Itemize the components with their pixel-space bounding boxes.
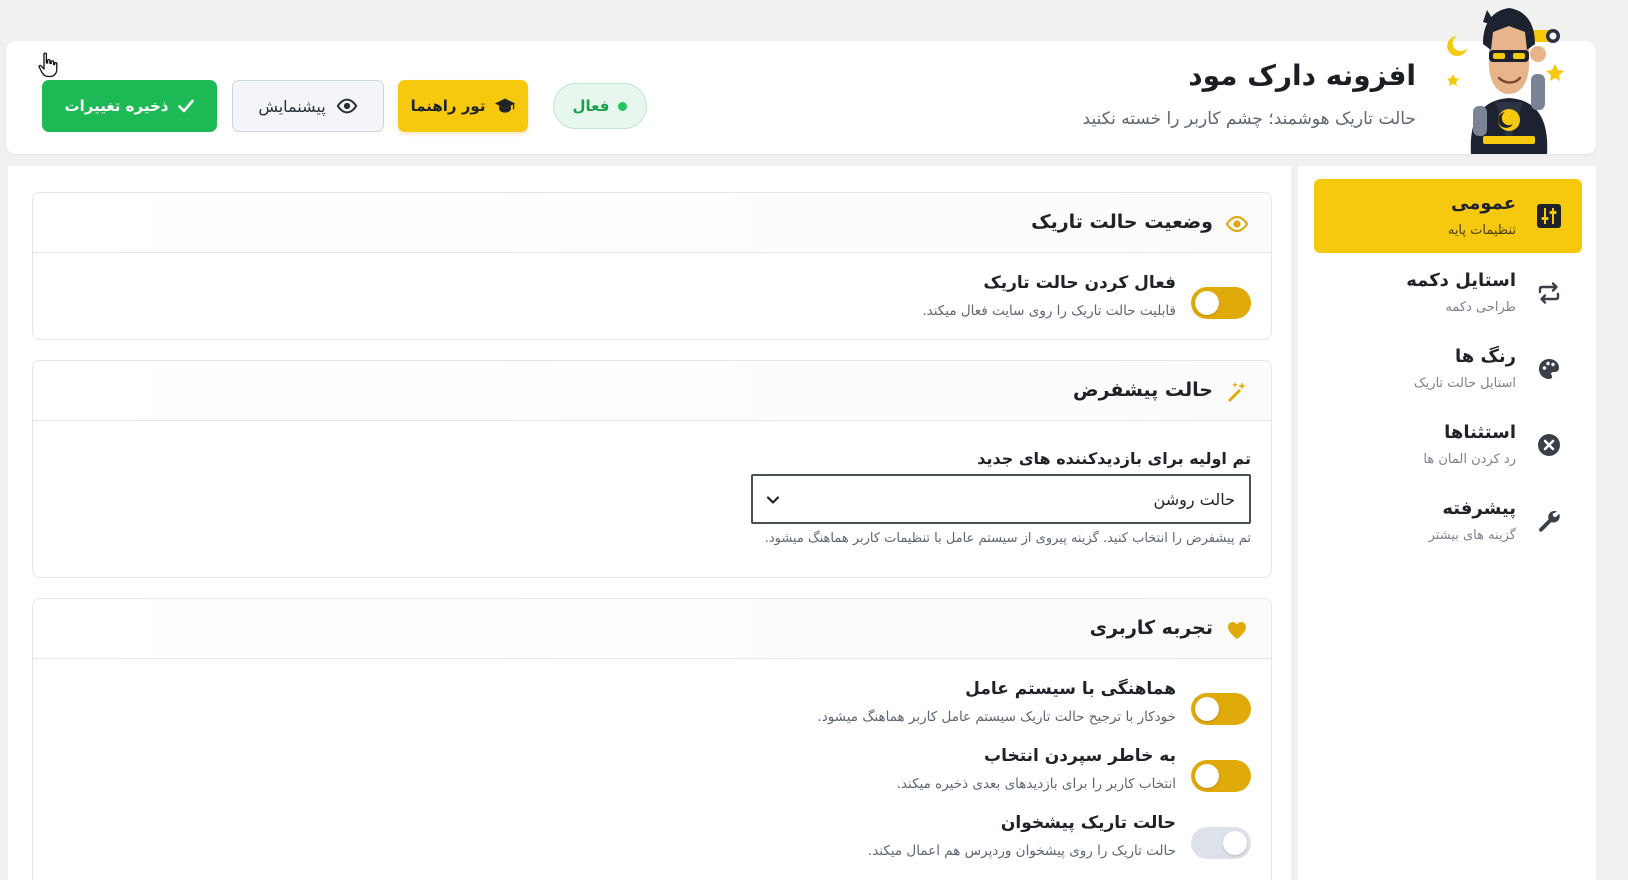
- card-header: تجربه کاربری: [33, 599, 1271, 659]
- sidebar-item-subtitle: استایل حالت تاریک: [1414, 376, 1516, 391]
- setting-description: قابلیت حالت تاریک را روی سایت فعال میکند…: [922, 303, 1176, 319]
- heart-icon: [1228, 622, 1246, 639]
- remember-choice-toggle[interactable]: [1191, 760, 1251, 792]
- palette-icon: [1539, 359, 1559, 379]
- wrench-icon: [1539, 511, 1560, 532]
- sidebar-item-colors[interactable]: رنگ ها استایل حالت تاریک: [1314, 332, 1582, 406]
- remember-choice-setting: به خاطر سپردن انتخاب انتخاب کاربر را برا…: [251, 746, 1251, 802]
- repeat-icon: [1538, 282, 1560, 304]
- setting-description: حالت تاریک را روی پیشخوان وردپرس هم اعما…: [867, 843, 1176, 859]
- sidebar-item-subtitle: رد کردن المان ها: [1423, 452, 1516, 467]
- sidebar-item-exclusions[interactable]: استثناها رد کردن المان ها: [1314, 408, 1582, 482]
- sidebar-item-subtitle: تنظیمات پایه: [1447, 223, 1516, 238]
- sidebar-item-label: استثناها: [1444, 422, 1516, 443]
- card-title: تجربه کاربری: [1089, 617, 1213, 639]
- setting-label: هماهنگی با سیستم عامل: [965, 679, 1176, 699]
- sidebar-item-subtitle: گزینه های بیشتر: [1428, 528, 1516, 543]
- os-sync-setting: هماهنگی با سیستم عامل خودکار با ترجیح حا…: [251, 679, 1251, 735]
- hand-cursor-icon: [38, 52, 58, 78]
- sidebar-item-label: استایل دکمه: [1406, 270, 1516, 291]
- card-header: وضعیت حالت تاریک: [33, 193, 1271, 253]
- setting-label: حالت تاریک پیشخوان: [1000, 813, 1176, 833]
- card-title: حالت پیشفرض: [1073, 379, 1213, 401]
- dark-hero-mascot-icon: [1447, 8, 1564, 154]
- sidebar-item-label: پیشرفته: [1442, 498, 1516, 519]
- settings-main: وضعیت حالت تاریک فعال کردن حالت تاریک قا…: [8, 166, 1291, 880]
- user-experience-card: تجربه کاربری هماهنگی با سیستم عامل خودکا…: [32, 598, 1272, 880]
- select-value: حالت روشن: [1153, 490, 1235, 509]
- page-subtitle: حالت تاریک هوشمند؛ چشم کاربر را خسته نکن…: [1082, 109, 1416, 129]
- enable-dark-mode-toggle[interactable]: [1191, 287, 1251, 319]
- preview-button[interactable]: پیشنمایش: [232, 80, 384, 132]
- sidebar-item-label: رنگ ها: [1454, 346, 1516, 367]
- card-title: وضعیت حالت تاریک: [1031, 211, 1213, 233]
- admin-dark-mode-setting: حالت تاریک پیشخوان حالت تاریک را روی پیش…: [251, 813, 1251, 869]
- graduation-cap-icon: [495, 98, 516, 113]
- setting-label: فعال کردن حالت تاریک: [983, 273, 1176, 293]
- tour-button[interactable]: تور راهنما: [398, 80, 528, 132]
- eye-icon: [1225, 215, 1249, 233]
- save-button[interactable]: ذخیره تغییرات: [42, 80, 217, 132]
- card-header: حالت پیشفرض: [33, 361, 1271, 421]
- sidebar-item-label: عمومی: [1450, 193, 1516, 214]
- save-button-label: ذخیره تغییرات: [64, 97, 169, 115]
- settings-sidebar: عمومی تنظیمات پایه استایل دکمه طراحی دکم…: [1298, 166, 1596, 880]
- tour-button-label: تور راهنما: [410, 97, 486, 115]
- status-label: فعال: [572, 97, 610, 115]
- setting-description: خودکار با ترجیح حالت تاریک سیستم عامل کا…: [817, 709, 1176, 725]
- sidebar-item-general[interactable]: عمومی تنظیمات پایه: [1314, 179, 1582, 253]
- default-mode-card: حالت پیشفرض تم اولیه برای بازدیدکننده ها…: [32, 360, 1272, 578]
- chevron-down-icon: [766, 496, 780, 504]
- page-title: افزونه دارک مود: [1188, 59, 1416, 92]
- sliders-icon: [1537, 204, 1561, 228]
- default-theme-select[interactable]: حالت روشن: [751, 474, 1251, 524]
- admin-dark-mode-toggle[interactable]: [1191, 827, 1251, 859]
- status-dot-icon: [618, 101, 628, 111]
- check-icon: [178, 99, 195, 113]
- enable-dark-mode-setting: فعال کردن حالت تاریک قابلیت حالت تاریک ر…: [251, 273, 1251, 329]
- default-theme-help: تم پیشفرض را انتخاب کنید. گزینه پیروی از…: [764, 531, 1251, 546]
- sidebar-item-subtitle: طراحی دکمه: [1445, 300, 1516, 315]
- setting-label: به خاطر سپردن انتخاب: [983, 746, 1176, 766]
- status-badge: فعال: [553, 83, 647, 129]
- preview-button-label: پیشنمایش: [258, 96, 326, 116]
- plugin-header: افزونه دارک مود حالت تاریک هوشمند؛ چشم ک…: [6, 41, 1596, 154]
- sidebar-item-button-style[interactable]: استایل دکمه طراحی دکمه: [1314, 256, 1582, 330]
- os-sync-toggle[interactable]: [1191, 693, 1251, 725]
- dark-mode-status-card: وضعیت حالت تاریک فعال کردن حالت تاریک قا…: [32, 192, 1272, 340]
- default-theme-label: تم اولیه برای بازدیدکننده های جدید: [977, 449, 1251, 468]
- eye-icon: [336, 98, 358, 114]
- magic-wand-icon: [1228, 382, 1246, 402]
- sidebar-item-advanced[interactable]: پیشرفته گزینه های بیشتر: [1314, 484, 1582, 558]
- close-circle-icon: [1538, 434, 1560, 456]
- setting-description: انتخاب کاربر را برای بازدیدهای بعدی ذخیر…: [896, 776, 1176, 792]
